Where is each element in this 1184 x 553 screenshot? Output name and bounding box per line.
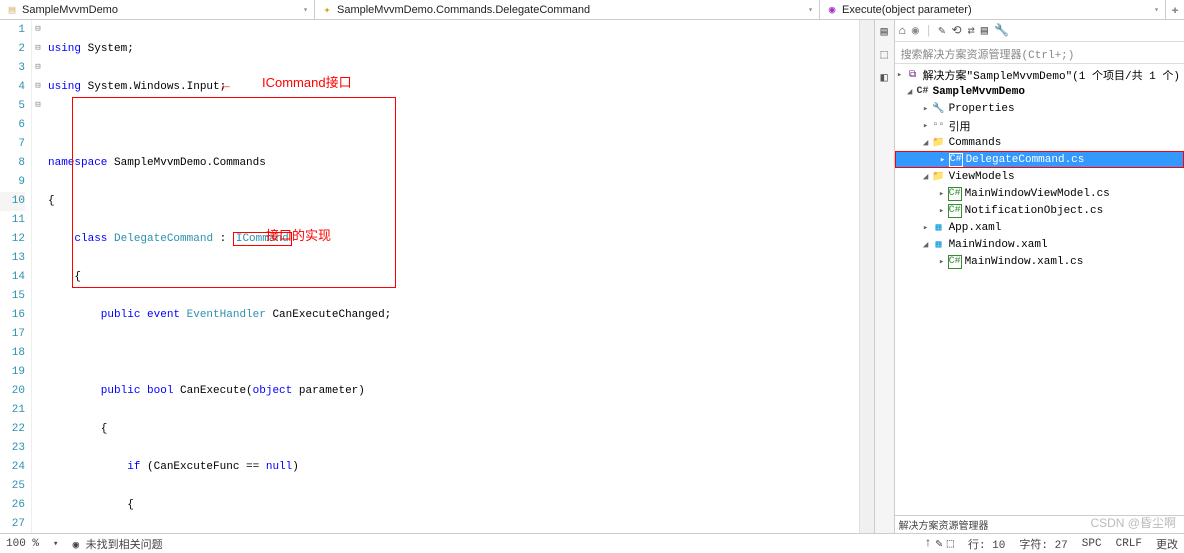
tool-icon[interactable]: ▤ [981,23,988,38]
side-panel: ▤ ⬚ ◧ ⌂ ◉ | ✎ ⟲ ⇄ ▤ 🔧 搜索解决方案资源管理器(Ctrl+;… [875,20,1184,533]
csharp-icon: C# [948,204,962,218]
tool-icon[interactable]: ⟲ [951,23,961,38]
file-icon: ▤ [6,4,18,16]
sb-spc[interactable]: SPC [1082,538,1102,550]
main-area: 1234567891011121314151617181920212223242… [0,20,1184,533]
chevron-down-icon: ▾ [808,5,813,15]
sb-crlf[interactable]: CRLF [1116,538,1142,550]
editor[interactable]: 1234567891011121314151617181920212223242… [0,20,874,533]
wrench-icon[interactable]: 🔧 [994,23,1009,38]
tree-mwvm[interactable]: MainWindowViewModel.cs [965,188,1110,200]
tree-delegate-row[interactable]: ▸C#DelegateCommand.cs [895,151,1184,168]
sb-line[interactable]: 行: 10 [968,536,1005,552]
tree-mwcs[interactable]: MainWindow.xaml.cs [965,256,1084,268]
class-icon: ✦ [321,4,333,16]
tree-delegate: DelegateCommand.cs [966,154,1085,166]
xaml-icon: ▦ [932,238,946,252]
code-area[interactable]: using System; using System.Windows.Input… [44,20,859,533]
tree-refs[interactable]: 引用 [949,118,971,134]
solution-icon: ⧉ [906,68,920,82]
tree-props[interactable]: Properties [949,103,1015,115]
split-icon[interactable]: ✚ [1166,0,1184,19]
fold-gutter[interactable]: ⊟⊟⊟⊟⊟ [32,20,44,533]
home-icon[interactable]: ⌂ [899,24,906,38]
wrench-icon: 🔧 [932,102,946,116]
se-tree[interactable]: ▸⧉解决方案"SampleMvvmDemo"(1 个项目/共 1 个) ◢C#S… [895,64,1184,515]
tree-mw[interactable]: MainWindow.xaml [949,239,1048,251]
se-search[interactable]: 搜索解决方案资源管理器(Ctrl+;) [895,42,1184,64]
csharp-icon: C# [948,255,962,269]
line-gutter: 1234567891011121314151617181920212223242… [0,20,32,533]
nav-class[interactable]: ✦ SampleMvvmDemo.Commands.DelegateComman… [315,0,820,19]
csharp-icon: C# [949,153,963,167]
project-icon: C# [916,85,930,99]
nav-class-text: SampleMvvmDemo.Commands.DelegateCommand [337,4,590,16]
sb-icon[interactable]: ✎ [936,536,943,551]
references-icon: ▫▫ [932,119,946,133]
sb-col[interactable]: 字符: 27 [1019,536,1067,552]
nav-bar: ▤ SampleMvvmDemo ▾ ✦ SampleMvvmDemo.Comm… [0,0,1184,20]
tool-icon[interactable]: ✎ [938,23,945,38]
scrollbar-v[interactable] [859,20,874,533]
rail-icon[interactable]: ⬚ [880,47,887,62]
tree-viewmodels[interactable]: ViewModels [949,171,1015,183]
csharp-icon: C# [948,187,962,201]
sb-icon[interactable]: ↑ [924,536,931,551]
nav-member[interactable]: ◉ Execute(object parameter) ▾ [820,0,1166,19]
editor-pane: 1234567891011121314151617181920212223242… [0,20,875,533]
method-icon: ◉ [826,4,838,16]
sb-issues[interactable]: ◉ 未找到相关问题 [72,536,162,552]
folder-icon: 📁 [932,170,946,184]
watermark: CSDN @昏尘啊 [1090,514,1176,531]
nav-scope[interactable]: ▤ SampleMvvmDemo ▾ [0,0,315,19]
se-toolbar[interactable]: ⌂ ◉ | ✎ ⟲ ⇄ ▤ 🔧 [895,20,1184,42]
tree-project[interactable]: SampleMvvmDemo [933,86,1025,98]
xaml-icon: ▦ [932,221,946,235]
nav-scope-text: SampleMvvmDemo [22,4,118,16]
solution-explorer: ⌂ ◉ | ✎ ⟲ ⇄ ▤ 🔧 搜索解决方案资源管理器(Ctrl+;) ▸⧉解决… [895,20,1184,533]
sb-icon[interactable]: ⬚ [947,536,954,551]
tree-commands[interactable]: Commands [949,137,1002,149]
tree-notif[interactable]: NotificationObject.cs [965,205,1104,217]
status-bar: 100 % ▾ ◉ 未找到相关问题 ↑✎⬚ 行: 10 字符: 27 SPC C… [0,533,1184,553]
rail-icon[interactable]: ▤ [880,24,887,39]
sb-zoom[interactable]: 100 % [6,538,39,550]
chevron-down-icon: ▾ [1154,5,1159,15]
sb-change[interactable]: 更改 [1156,536,1178,552]
tree-app[interactable]: App.xaml [949,222,1002,234]
tool-icon[interactable]: ⇄ [968,23,975,38]
rail-icon[interactable]: ◧ [880,70,887,85]
nav-member-text: Execute(object parameter) [842,4,972,16]
chevron-down-icon: ▾ [303,5,308,15]
tool-icon[interactable]: ◉ [912,23,919,38]
tree-solution[interactable]: 解决方案"SampleMvvmDemo"(1 个项目/共 1 个) [923,67,1180,83]
activity-rail[interactable]: ▤ ⬚ ◧ [875,20,895,533]
folder-icon: 📁 [932,136,946,150]
